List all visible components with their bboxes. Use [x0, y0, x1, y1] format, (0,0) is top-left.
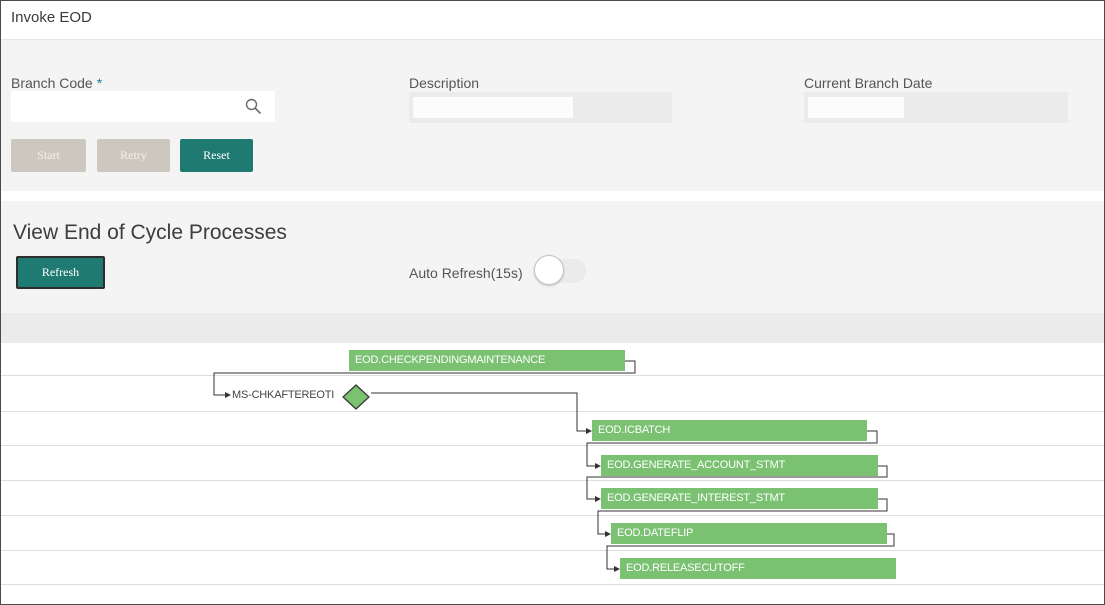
flow-node-dateflip[interactable]: EOD.DATEFLIP [611, 523, 887, 544]
section-divider [1, 191, 1104, 201]
auto-refresh-toggle[interactable] [534, 255, 586, 287]
window-title: Invoke EOD [11, 9, 92, 26]
auto-refresh-label: Auto Refresh(15s) [409, 265, 523, 281]
flow-node-icbatch[interactable]: EOD.ICBATCH [592, 420, 867, 441]
process-flow-diagram: EOD.CHECKPENDINGMAINTENANCE MS-CHKAFTERE… [1, 343, 1104, 604]
required-mark: * [96, 75, 103, 91]
spacer [1, 298, 1104, 313]
start-button[interactable]: Start [11, 139, 86, 172]
search-icon[interactable] [245, 98, 261, 114]
description-label: Description [409, 75, 480, 91]
description-field [409, 92, 672, 123]
current-branch-date-label: Current Branch Date [804, 75, 933, 91]
current-branch-date-field [804, 92, 1068, 123]
title-bar: Invoke EOD [1, 1, 1104, 40]
invoke-eod-window: Invoke EOD Branch Code * Description Curr… [0, 0, 1105, 605]
branch-code-input[interactable] [11, 91, 275, 122]
retry-button[interactable]: Retry [97, 139, 170, 172]
flow-connectors [213, 360, 895, 572]
branch-date-redacted [808, 97, 904, 118]
branch-code-label: Branch Code * [11, 75, 102, 91]
flow-node-releasecutoff[interactable]: EOD.RELEASECUTOFF [620, 558, 896, 579]
reset-button[interactable]: Reset [180, 139, 253, 172]
flow-grid-header [1, 313, 1104, 343]
flow-node-checkpendingmaintenance[interactable]: EOD.CHECKPENDINGMAINTENANCE [349, 350, 625, 371]
branch-code-label-text: Branch Code [11, 75, 93, 91]
flow-node-ms-chkaftereoti[interactable]: MS-CHKAFTEREOTI [232, 389, 334, 401]
processes-title: View End of Cycle Processes [13, 221, 287, 244]
description-redacted [413, 97, 573, 118]
flow-node-generate-account-stmt[interactable]: EOD.GENERATE_ACCOUNT_STMT [601, 455, 878, 476]
flow-node-generate-interest-stmt[interactable]: EOD.GENERATE_INTEREST_STMT [601, 488, 878, 509]
refresh-button[interactable]: Refresh [16, 256, 105, 289]
toggle-knob [534, 255, 564, 285]
decision-diamond [342, 384, 370, 410]
